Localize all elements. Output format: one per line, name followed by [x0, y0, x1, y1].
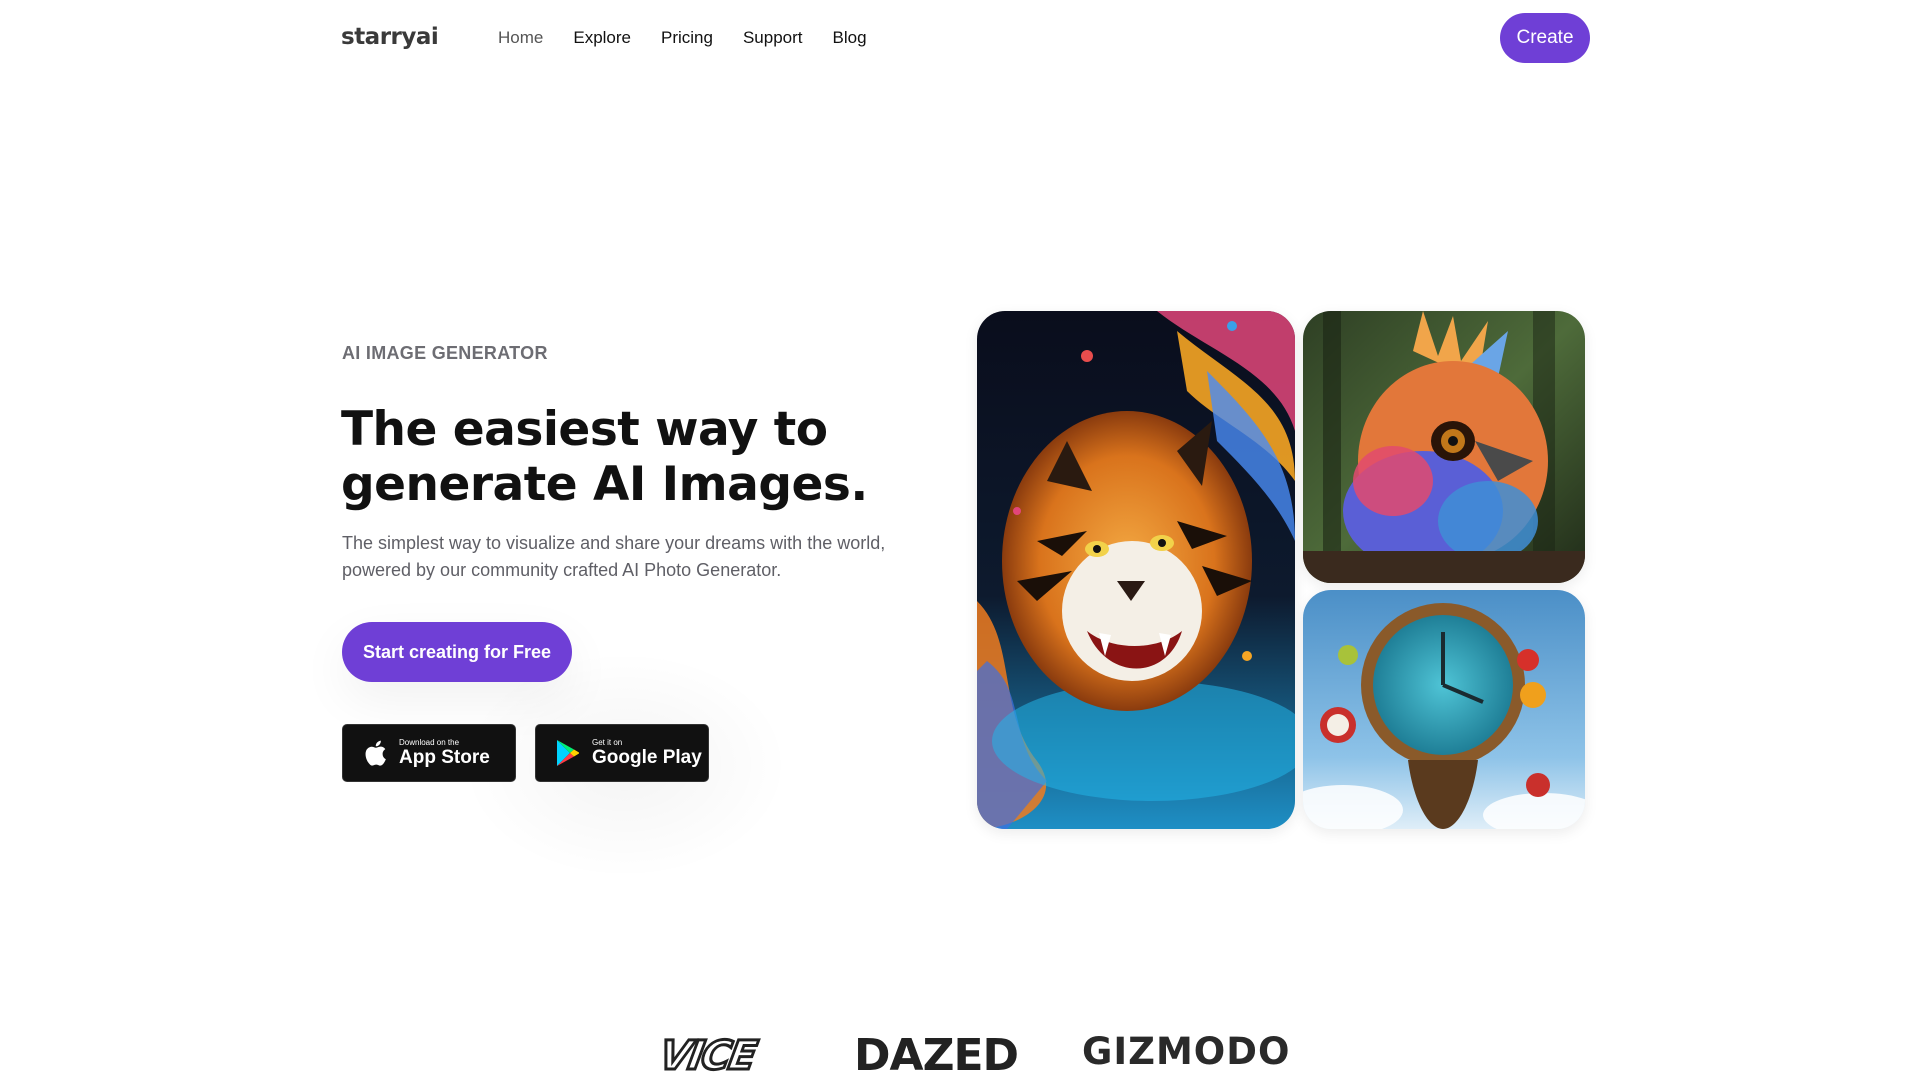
- nav-item-blog[interactable]: Blog: [833, 28, 867, 48]
- create-button[interactable]: Create: [1500, 13, 1590, 63]
- nav-item-support[interactable]: Support: [743, 28, 803, 48]
- app-store-small-label: Download on the: [399, 737, 460, 747]
- bird-art-illustration: [1303, 311, 1585, 583]
- google-play-small-label: Get it on: [592, 737, 623, 747]
- app-store-badge[interactable]: Download on the App Store: [342, 724, 516, 782]
- hero-eyebrow: AI IMAGE GENERATOR: [342, 343, 548, 363]
- hero-headline: The easiest way to generate AI Images.: [341, 402, 901, 512]
- main-nav: Home Explore Pricing Support Blog: [498, 28, 867, 48]
- brand-name: starryai: [341, 24, 439, 50]
- nav-item-explore[interactable]: Explore: [573, 28, 631, 48]
- brand-logo[interactable]: starryai: [341, 24, 439, 50]
- google-play-icon: [548, 739, 588, 767]
- google-play-badge[interactable]: Get it on Google Play: [535, 724, 709, 782]
- start-creating-button[interactable]: Start creating for Free: [342, 622, 572, 682]
- apple-icon: [355, 739, 395, 767]
- nav-item-home[interactable]: Home: [498, 28, 543, 48]
- headline-line-1: The easiest way to: [341, 402, 828, 457]
- clock-art-illustration: [1303, 590, 1585, 829]
- app-store-label: App Store: [399, 746, 490, 768]
- press-logo-gizmodo: GIZMODO: [1082, 1030, 1291, 1073]
- gallery-image-bird[interactable]: [1303, 311, 1585, 583]
- nav-item-pricing[interactable]: Pricing: [661, 28, 713, 48]
- hero-subtext: The simplest way to visualize and share …: [342, 533, 886, 580]
- gallery-image-clock[interactable]: [1303, 590, 1585, 829]
- press-logo-vice: VICE: [654, 1032, 760, 1080]
- press-logo-dazed: DAZED: [854, 1030, 1019, 1080]
- gallery-image-tiger[interactable]: [977, 311, 1295, 829]
- headline-line-2: generate AI Images.: [341, 457, 868, 512]
- tiger-art-illustration: [977, 311, 1295, 829]
- google-play-label: Google Play: [592, 746, 702, 768]
